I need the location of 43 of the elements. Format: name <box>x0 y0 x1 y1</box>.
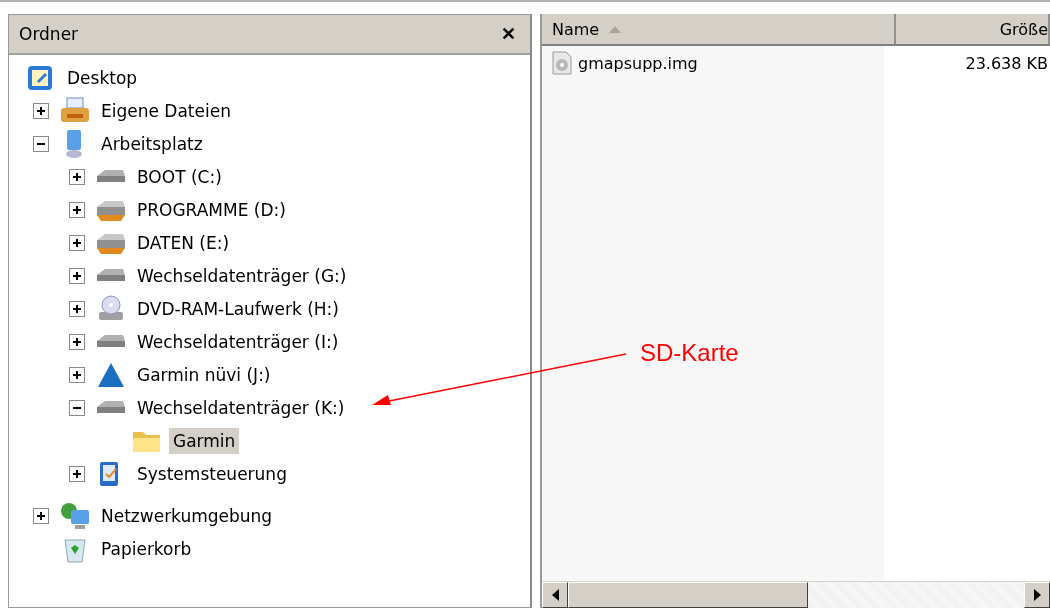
tree-item[interactable]: Netzwerkumgebung <box>97 502 277 529</box>
expand-toggle[interactable] <box>69 465 85 482</box>
expand-toggle[interactable] <box>69 168 85 185</box>
tree-item[interactable]: Wechseldatenträger (G:) <box>133 262 351 289</box>
expand-toggle[interactable] <box>69 333 85 350</box>
network-icon <box>59 500 91 531</box>
close-button[interactable]: ✕ <box>499 23 518 45</box>
left-arrow-icon <box>551 589 559 601</box>
column-header[interactable]: Größe <box>896 14 1050 44</box>
tree-item[interactable]: Wechseldatenträger (I:) <box>133 328 343 355</box>
horizontal-scrollbar[interactable] <box>542 581 1050 608</box>
expand-toggle[interactable] <box>69 234 85 251</box>
file-name[interactable]: gmapsupp.img <box>578 53 698 73</box>
scroll-thumb[interactable] <box>568 582 808 608</box>
expand-toggle[interactable] <box>69 267 85 284</box>
tree-item[interactable]: Systemsteuerung <box>133 460 291 487</box>
tree-item[interactable]: PROGRAMME (D:) <box>133 196 290 223</box>
annotation-label: SD-Karte <box>640 339 739 367</box>
tree-item[interactable]: Arbeitsplatz <box>97 130 207 157</box>
tree-item[interactable]: Papierkorb <box>97 535 196 562</box>
tree-item[interactable]: DVD-RAM-Laufwerk (H:) <box>133 295 343 322</box>
expand-toggle[interactable] <box>69 300 85 317</box>
tree-item[interactable]: BOOT (C:) <box>133 163 226 190</box>
collapse-toggle[interactable] <box>33 135 49 152</box>
disc-file-icon <box>552 51 572 75</box>
column-header[interactable]: Name <box>542 14 896 44</box>
collapse-toggle[interactable] <box>69 399 85 416</box>
scroll-left-button[interactable] <box>542 582 568 608</box>
expand-toggle[interactable] <box>33 507 49 524</box>
tree-item[interactable]: Desktop <box>63 64 142 91</box>
tree-item[interactable]: Eigene Dateien <box>97 97 235 124</box>
pane-title: Ordner <box>19 24 79 44</box>
tree-item[interactable]: Wechseldatenträger (K:) <box>133 394 349 421</box>
file-size: 23.638 KB <box>965 53 1048 73</box>
expand-toggle[interactable] <box>69 366 85 383</box>
right-arrow-icon <box>1033 589 1041 601</box>
sort-ascending-icon <box>609 25 622 33</box>
scroll-right-button[interactable] <box>1024 582 1050 608</box>
tree-item[interactable]: Garmin nüvi (J:) <box>133 361 275 388</box>
tree-item[interactable]: DATEN (E:) <box>133 229 234 256</box>
tree-item[interactable]: Garmin <box>169 427 240 454</box>
expand-toggle[interactable] <box>69 201 85 218</box>
expand-toggle[interactable] <box>33 102 49 119</box>
